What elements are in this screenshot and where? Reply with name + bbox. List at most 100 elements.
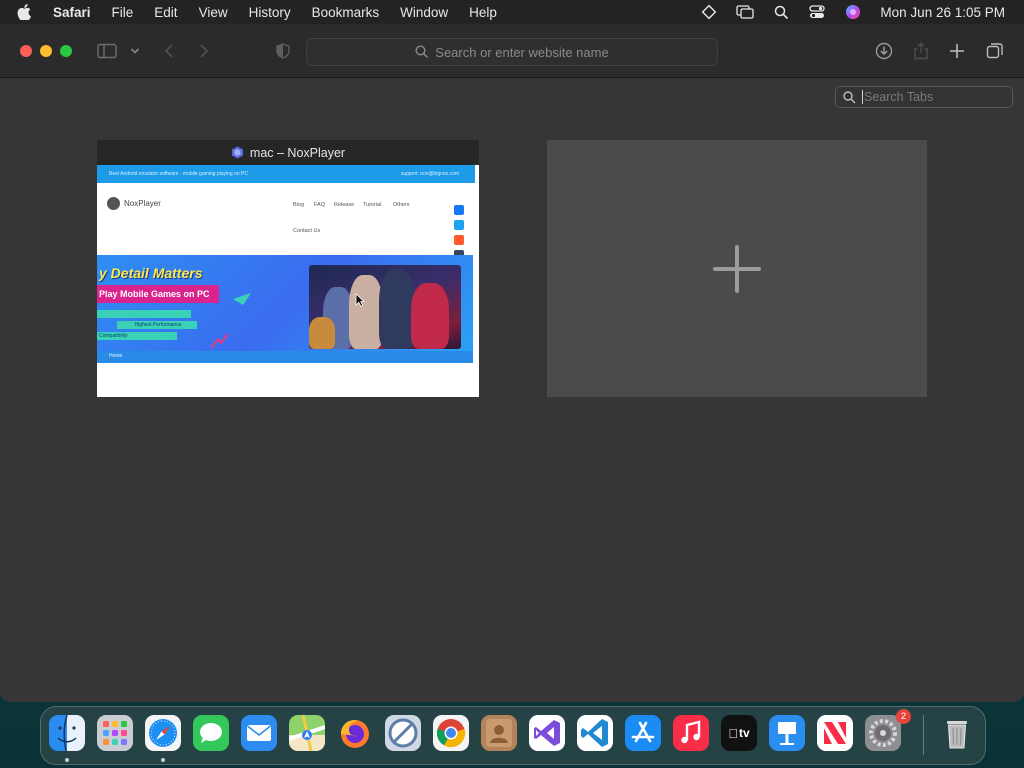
dock-separator: [923, 715, 924, 755]
tab-title: mac – NoxPlayer: [249, 145, 346, 160]
launchpad-icon[interactable]: [97, 715, 133, 751]
thumbnail-logo-text: NoxPlayer: [124, 199, 161, 208]
facebook-icon: [454, 205, 464, 215]
thumbnail-tagline: Best Android emulator software - mobile …: [109, 171, 248, 177]
paper-plane-icon: [233, 293, 251, 305]
character-figure: [309, 317, 335, 349]
address-placeholder: Search or enter website name: [435, 44, 609, 60]
search-tabs-placeholder: Search Tabs: [864, 90, 934, 104]
menu-app-name[interactable]: Safari: [53, 5, 91, 20]
spotlight-search-icon[interactable]: [772, 3, 790, 21]
menu-clock[interactable]: Mon Jun 26 1:05 PM: [880, 5, 1005, 20]
thumbnail-nav-faq: FAQ: [314, 202, 326, 208]
character-figure: [379, 269, 415, 349]
thumbnail-nav-tutorial: Tutorial: [363, 202, 382, 208]
thumbnail-bullet-1: Highest Performance: [117, 321, 197, 329]
settings-icon[interactable]: [865, 715, 901, 751]
character-figure: [349, 275, 383, 349]
page-thumbnail: Best Android emulator software - mobile …: [97, 165, 479, 397]
menu-window[interactable]: Window: [400, 5, 448, 20]
privacy-shield-icon[interactable]: [272, 40, 294, 62]
screen-mirroring-icon[interactable]: [736, 3, 755, 21]
lightning-icon: [211, 333, 229, 349]
add-tab-plus-icon: [713, 245, 761, 293]
visual-studio-icon[interactable]: [529, 715, 565, 751]
game-characters-artwork: [309, 265, 461, 349]
reddit-icon: [454, 235, 464, 245]
thumbnail-bullet-2: Compatibility: [97, 332, 177, 340]
menu-extras: Mon Jun 26 1:05 PM: [700, 0, 1024, 24]
apple-logo-icon: : [728, 726, 738, 741]
twitter-icon: [454, 220, 464, 230]
noxplayer-favicon: [231, 146, 244, 159]
character-figure: [411, 283, 449, 349]
notification-badge: 2: [896, 709, 911, 724]
menu-edit[interactable]: Edit: [154, 5, 177, 20]
text-caret: [862, 90, 863, 104]
thumbnail-subheadline: Play Mobile Games on PC: [97, 285, 219, 303]
radar-icon[interactable]: [385, 715, 421, 751]
tab-overview: Search Tabs mac – NoxPlayer Best Android…: [0, 78, 1024, 702]
thumbnail-nav-contact: Contact Us: [293, 228, 321, 234]
search-icon: [843, 90, 856, 104]
diamond-icon[interactable]: [700, 3, 718, 21]
thumbnail-headline: y Detail Matters: [99, 265, 203, 281]
running-indicator: [65, 758, 69, 762]
running-indicator: [161, 758, 165, 762]
menu-view[interactable]: View: [199, 5, 228, 20]
downloads-icon[interactable]: [873, 40, 895, 62]
sidebar-toggle-icon[interactable]: [96, 40, 118, 62]
address-bar[interactable]: Search or enter website name: [306, 38, 718, 66]
thumbnail-nav-release: Release: [334, 202, 355, 208]
vscode-icon[interactable]: [577, 715, 613, 751]
chevron-down-icon[interactable]: [124, 40, 146, 62]
maps-icon[interactable]: [289, 715, 325, 751]
close-window-button[interactable]: [20, 45, 32, 57]
thumbnail-home-link: Home: [109, 353, 123, 359]
mail-icon[interactable]: [241, 715, 277, 751]
menu-help[interactable]: Help: [469, 5, 497, 20]
news-icon[interactable]: [817, 715, 853, 751]
new-tab-plus-icon[interactable]: [946, 40, 968, 62]
safari-icon[interactable]: [145, 715, 181, 751]
thumbnail-bar-1: [97, 310, 191, 318]
thumbnail-top-strip: Best Android emulator software - mobile …: [97, 165, 475, 183]
trash-icon[interactable]: [939, 715, 975, 751]
chrome-icon[interactable]: [433, 715, 469, 751]
control-center-icon[interactable]: [808, 3, 826, 21]
back-chevron-icon[interactable]: [158, 40, 180, 62]
siri-icon[interactable]: [844, 3, 862, 21]
forward-chevron-icon[interactable]: [193, 40, 215, 62]
tv-icon-label: tv: [721, 715, 757, 751]
music-icon[interactable]: [673, 715, 709, 751]
tv-icon[interactable]: tv: [721, 715, 757, 751]
thumbnail-breadcrumb-bar: Home: [97, 351, 473, 363]
keynote-icon[interactable]: [769, 715, 805, 751]
nox-logo-icon: [107, 197, 120, 210]
zoom-window-button[interactable]: [60, 45, 72, 57]
app-store-icon[interactable]: [625, 715, 661, 751]
firefox-icon[interactable]: [337, 715, 373, 751]
mouse-pointer-icon: [355, 293, 365, 307]
toolbar: Search or enter website name: [0, 24, 1024, 78]
menu-bookmarks[interactable]: Bookmarks: [312, 5, 380, 20]
tab-overview-icon[interactable]: [984, 40, 1006, 62]
minimize-window-button[interactable]: [40, 45, 52, 57]
dock: tv 2: [40, 706, 986, 765]
menu-file[interactable]: File: [112, 5, 134, 20]
share-icon[interactable]: [910, 40, 932, 62]
messages-icon[interactable]: [193, 715, 229, 751]
tab-preview-card[interactable]: mac – NoxPlayer Best Android emulator so…: [97, 140, 479, 397]
thumbnail-nav-blog: Blog: [293, 202, 305, 208]
thumbnail-nav-others: Others: [393, 202, 410, 208]
apple-menu-icon[interactable]: [17, 4, 35, 20]
search-icon: [415, 45, 429, 59]
search-tabs-field[interactable]: Search Tabs: [835, 86, 1013, 108]
thumbnail-support-text: support: nox@bignox.com: [400, 171, 459, 177]
finder-icon[interactable]: [49, 715, 85, 751]
new-tab-card[interactable]: [547, 140, 927, 397]
contacts-icon[interactable]: [481, 715, 517, 751]
menu-bar: Safari File Edit View History Bookmarks …: [0, 0, 1024, 24]
thumbnail-logo: NoxPlayer: [107, 197, 161, 210]
menu-history[interactable]: History: [249, 5, 291, 20]
